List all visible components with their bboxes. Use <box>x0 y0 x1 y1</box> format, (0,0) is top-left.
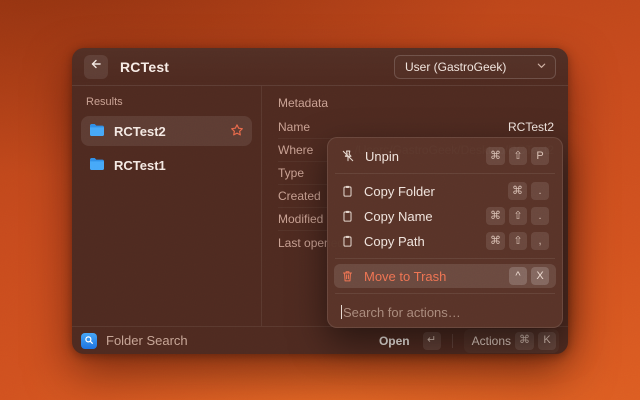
keycap: ⌘ <box>486 147 505 165</box>
keycap: . <box>531 207 549 225</box>
open-shortcut: ↵ <box>419 332 441 350</box>
account-dropdown[interactable]: User (GastroGeek) <box>394 55 556 79</box>
keycap: , <box>531 232 549 250</box>
favorite-star <box>230 123 244 140</box>
actions-button[interactable]: Actions ⌘K <box>464 329 559 353</box>
actions-menu: Unpin⌘⇧PCopy Folder⌘.Copy Name⌘⇧.Copy Pa… <box>327 137 563 328</box>
results-panel: Results RCTest2 RCTest1 <box>72 86 262 326</box>
menu-item-label: Copy Folder <box>364 184 435 199</box>
keycap: ⇧ <box>509 232 527 250</box>
results-list: RCTest2 RCTest1 <box>81 116 252 180</box>
app-window: RCTest User (GastroGeek) Results RCTest2… <box>72 48 568 354</box>
list-item[interactable]: RCTest2 <box>81 116 252 146</box>
keycap: ^ <box>509 267 527 285</box>
footer-bar: Open ↵ Actions ⌘K <box>72 326 568 354</box>
folder-icon <box>89 157 105 174</box>
menu-divider <box>335 258 555 259</box>
menu-divider <box>335 293 555 294</box>
keycap: . <box>531 182 549 200</box>
keycap: ⌘ <box>515 332 534 350</box>
actions-button-label: Actions <box>472 334 511 348</box>
folder-icon <box>89 123 105 140</box>
metadata-label: Modified <box>278 212 323 226</box>
folder-search-app-icon <box>81 333 97 349</box>
list-item-label: RCTest2 <box>114 124 166 139</box>
menu-item-shortcut: ⌘. <box>504 182 549 200</box>
results-section-label: Results <box>86 96 252 108</box>
open-action-label[interactable]: Open <box>379 334 410 348</box>
account-dropdown-value: User (GastroGeek) <box>405 60 506 74</box>
clipboard-icon <box>341 184 354 198</box>
metadata-label: Where <box>278 143 313 157</box>
menu-item-label: Move to Trash <box>364 269 446 284</box>
menu-item-shortcut: ⌘⇧, <box>482 232 549 250</box>
list-item[interactable]: RCTest1 <box>81 150 252 180</box>
metadata-title: Metadata <box>278 96 554 110</box>
menu-item-copy-name[interactable]: Copy Name ⌘⇧. <box>334 204 556 228</box>
keycap: P <box>531 147 549 165</box>
metadata-label: Type <box>278 166 304 180</box>
actions-search-input[interactable] <box>343 305 549 320</box>
menu-item-shortcut: ^X <box>505 267 549 285</box>
text-caret <box>341 305 342 319</box>
menu-item-move-to-trash[interactable]: Move to Trash ^X <box>334 264 556 288</box>
menu-item-label: Copy Path <box>364 234 425 249</box>
actions-shortcut: ⌘K <box>511 332 556 350</box>
menu-item-label: Unpin <box>365 149 399 164</box>
keycap: ⇧ <box>509 207 527 225</box>
magnifier-icon <box>84 332 94 350</box>
menu-divider <box>335 173 555 174</box>
list-item-label: RCTest1 <box>114 158 166 173</box>
page-title: RCTest <box>120 59 169 75</box>
arrow-left-icon <box>89 57 103 76</box>
menu-item-copy-folder[interactable]: Copy Folder ⌘. <box>334 179 556 203</box>
keycap: ⌘ <box>486 207 505 225</box>
metadata-label: Created <box>278 189 321 203</box>
footer-divider <box>452 334 453 348</box>
clipboard-icon <box>341 209 354 223</box>
menu-item-copy-path[interactable]: Copy Path ⌘⇧, <box>334 229 556 253</box>
command-search-input[interactable] <box>106 333 370 348</box>
pin-slash-icon <box>341 149 355 163</box>
keycap: ↵ <box>423 332 441 350</box>
menu-item-shortcut: ⌘⇧P <box>482 147 549 165</box>
window-header: RCTest User (GastroGeek) <box>72 48 568 86</box>
metadata-row: Name RCTest2 <box>278 116 554 139</box>
chevron-down-icon <box>536 60 547 74</box>
metadata-value: RCTest2 <box>508 120 554 134</box>
back-button[interactable] <box>84 55 108 79</box>
metadata-label: Name <box>278 120 310 134</box>
menu-item-label: Copy Name <box>364 209 433 224</box>
keycap: X <box>531 267 549 285</box>
clipboard-icon <box>341 234 354 248</box>
keycap: ⌘ <box>508 182 527 200</box>
actions-menu-items: Unpin⌘⇧PCopy Folder⌘.Copy Name⌘⇧.Copy Pa… <box>334 144 556 288</box>
menu-item-unpin[interactable]: Unpin ⌘⇧P <box>334 144 556 168</box>
keycap: ⌘ <box>486 232 505 250</box>
actions-search <box>334 299 556 327</box>
trash-icon <box>341 269 354 283</box>
keycap: ⇧ <box>509 147 527 165</box>
star-icon <box>230 123 244 140</box>
keycap: K <box>538 332 556 350</box>
menu-item-shortcut: ⌘⇧. <box>482 207 549 225</box>
